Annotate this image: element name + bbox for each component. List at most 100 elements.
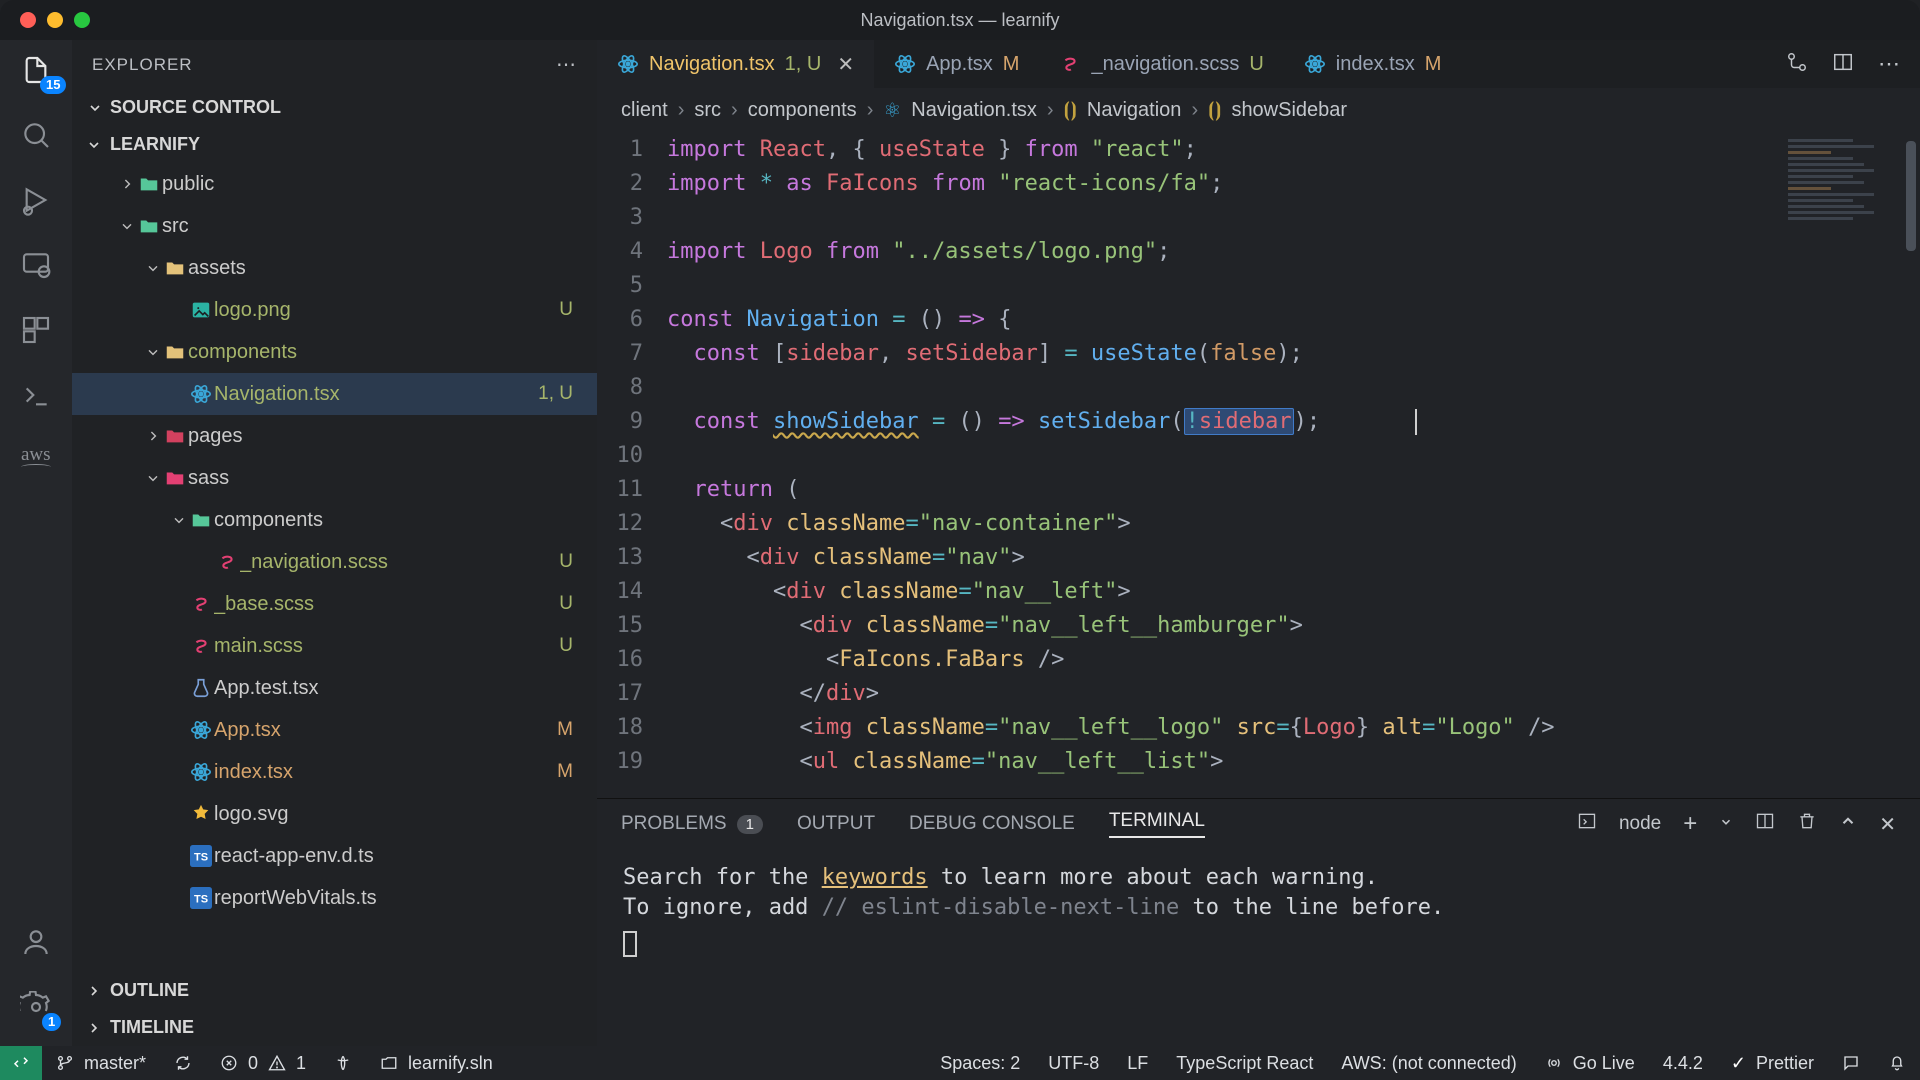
terminal-output[interactable]: Search for the keywords to learn more ab…: [597, 849, 1920, 1046]
code-content[interactable]: <FaIcons.FaBars />: [667, 643, 1064, 677]
code-line[interactable]: 17 </div>: [597, 677, 1782, 711]
code-line[interactable]: 4import Logo from "../assets/logo.png";: [597, 235, 1782, 269]
terminal-panel-icon[interactable]: [20, 379, 52, 416]
split-editor-icon[interactable]: [1832, 51, 1854, 78]
tree-item[interactable]: App.tsxM: [72, 709, 597, 751]
code-content[interactable]: import * as FaIcons from "react-icons/fa…: [667, 167, 1223, 201]
search-icon[interactable]: [20, 119, 52, 156]
tree-item[interactable]: Navigation.tsx1, U: [72, 373, 597, 415]
code-content[interactable]: return (: [667, 473, 799, 507]
sync-button[interactable]: [160, 1054, 206, 1072]
explorer-icon[interactable]: 15: [20, 54, 52, 91]
eol-status[interactable]: LF: [1113, 1053, 1162, 1074]
section-outline[interactable]: OUTLINE: [72, 972, 597, 1009]
code-content[interactable]: <img className="nav__left__logo" src={Lo…: [667, 711, 1555, 745]
terminal-launch-icon[interactable]: [1577, 811, 1597, 837]
code-line[interactable]: 2import * as FaIcons from "react-icons/f…: [597, 167, 1782, 201]
code-content[interactable]: <ul className="nav__left__list">: [667, 745, 1223, 779]
code-content[interactable]: <div className="nav-container">: [667, 507, 1131, 541]
live-share-icon[interactable]: [320, 1054, 366, 1072]
compare-changes-icon[interactable]: [1786, 51, 1808, 78]
section-project[interactable]: LEARNIFY: [72, 126, 597, 163]
tree-item[interactable]: TSreact-app-env.d.ts: [72, 835, 597, 877]
code-line[interactable]: 16 <FaIcons.FaBars />: [597, 643, 1782, 677]
chevron-icon[interactable]: [144, 428, 162, 444]
code-content[interactable]: const Navigation = () => {: [667, 303, 1011, 337]
code-line[interactable]: 8: [597, 371, 1782, 405]
git-branch[interactable]: master*: [42, 1053, 160, 1074]
maximize-panel-icon[interactable]: [1839, 812, 1857, 836]
remote-explorer-icon[interactable]: [20, 249, 52, 286]
encoding-status[interactable]: UTF-8: [1034, 1053, 1113, 1074]
prettier-status[interactable]: ✓Prettier: [1717, 1053, 1828, 1074]
problems-tab[interactable]: PROBLEMS1: [621, 813, 763, 835]
tree-item[interactable]: src: [72, 205, 597, 247]
indentation-status[interactable]: Spaces: 2: [926, 1053, 1034, 1074]
tree-item[interactable]: _base.scssU: [72, 583, 597, 625]
trash-icon[interactable]: [1797, 811, 1817, 837]
code-line[interactable]: 19 <ul className="nav__left__list">: [597, 745, 1782, 779]
tree-item[interactable]: App.test.tsx: [72, 667, 597, 709]
code-line[interactable]: 10: [597, 439, 1782, 473]
debug-console-tab[interactable]: DEBUG CONSOLE: [909, 813, 1075, 835]
code-content[interactable]: <div className="nav__left__hamburger">: [667, 609, 1303, 643]
output-tab[interactable]: OUTPUT: [797, 813, 875, 835]
terminal-tab[interactable]: TERMINAL: [1109, 810, 1205, 838]
tree-item[interactable]: components: [72, 499, 597, 541]
minimap[interactable]: [1782, 133, 1902, 798]
explorer-more-icon[interactable]: ⋯: [556, 52, 577, 77]
code-content[interactable]: const [sidebar, setSidebar] = useState(f…: [667, 337, 1303, 371]
code-line[interactable]: 5: [597, 269, 1782, 303]
account-icon[interactable]: [20, 926, 52, 963]
close-tab-icon[interactable]: ✕: [837, 52, 854, 77]
code-line[interactable]: 14 <div className="nav__left">: [597, 575, 1782, 609]
split-terminal-icon[interactable]: [1755, 811, 1775, 837]
version-status[interactable]: 4.4.2: [1649, 1053, 1717, 1074]
chevron-icon[interactable]: [144, 470, 162, 486]
chevron-icon[interactable]: [170, 512, 188, 528]
tree-item[interactable]: public: [72, 163, 597, 205]
editor-tab[interactable]: Navigation.tsx1, U✕: [597, 40, 874, 88]
code-line[interactable]: 15 <div className="nav__left__hamburger"…: [597, 609, 1782, 643]
tree-item[interactable]: index.tsxM: [72, 751, 597, 793]
code-line[interactable]: 9 const showSidebar = () => setSidebar(!…: [597, 405, 1782, 439]
aws-status[interactable]: AWS: (not connected): [1327, 1053, 1530, 1074]
go-live-button[interactable]: Go Live: [1531, 1053, 1649, 1074]
code-content[interactable]: </div>: [667, 677, 879, 711]
tree-item[interactable]: sass: [72, 457, 597, 499]
editor[interactable]: 1import React, { useState } from "react"…: [597, 133, 1920, 798]
code-line[interactable]: 7 const [sidebar, setSidebar] = useState…: [597, 337, 1782, 371]
code-line[interactable]: 12 <div className="nav-container">: [597, 507, 1782, 541]
breadcrumbs[interactable]: client› src› components› ⚛ Navigation.ts…: [597, 88, 1920, 133]
chevron-icon[interactable]: [144, 344, 162, 360]
code-line[interactable]: 6const Navigation = () => {: [597, 303, 1782, 337]
settings-gear-icon[interactable]: 1: [20, 991, 52, 1028]
editor-tab[interactable]: index.tsxM: [1284, 40, 1462, 88]
tree-item[interactable]: assets: [72, 247, 597, 289]
chevron-icon[interactable]: [118, 176, 136, 192]
code-line[interactable]: 13 <div className="nav">: [597, 541, 1782, 575]
notifications-icon[interactable]: [1874, 1054, 1920, 1072]
code-content[interactable]: <div className="nav__left">: [667, 575, 1131, 609]
code-line[interactable]: 18 <img className="nav__left__logo" src=…: [597, 711, 1782, 745]
editor-tab[interactable]: App.tsxM: [874, 40, 1039, 88]
terminal-shell-label[interactable]: node: [1619, 813, 1661, 835]
tree-item[interactable]: logo.pngU: [72, 289, 597, 331]
run-debug-icon[interactable]: [20, 184, 52, 221]
tree-item[interactable]: TSreportWebVitals.ts: [72, 877, 597, 919]
code-line[interactable]: 3: [597, 201, 1782, 235]
tree-item[interactable]: main.scssU: [72, 625, 597, 667]
remote-indicator[interactable]: [0, 1046, 42, 1080]
code-line[interactable]: 11 return (: [597, 473, 1782, 507]
editor-tab[interactable]: _navigation.scssU: [1039, 40, 1283, 88]
tree-item[interactable]: components: [72, 331, 597, 373]
code-line[interactable]: 1import React, { useState } from "react"…: [597, 133, 1782, 167]
aws-icon[interactable]: aws: [21, 444, 51, 470]
terminal-dropdown-icon[interactable]: [1719, 813, 1733, 835]
tree-item[interactable]: _navigation.scssU: [72, 541, 597, 583]
language-mode[interactable]: TypeScript React: [1162, 1053, 1327, 1074]
section-timeline[interactable]: TIMELINE: [72, 1009, 597, 1046]
editor-more-icon[interactable]: ⋯: [1878, 51, 1900, 77]
new-terminal-icon[interactable]: +: [1683, 810, 1697, 838]
chevron-icon[interactable]: [118, 218, 136, 234]
